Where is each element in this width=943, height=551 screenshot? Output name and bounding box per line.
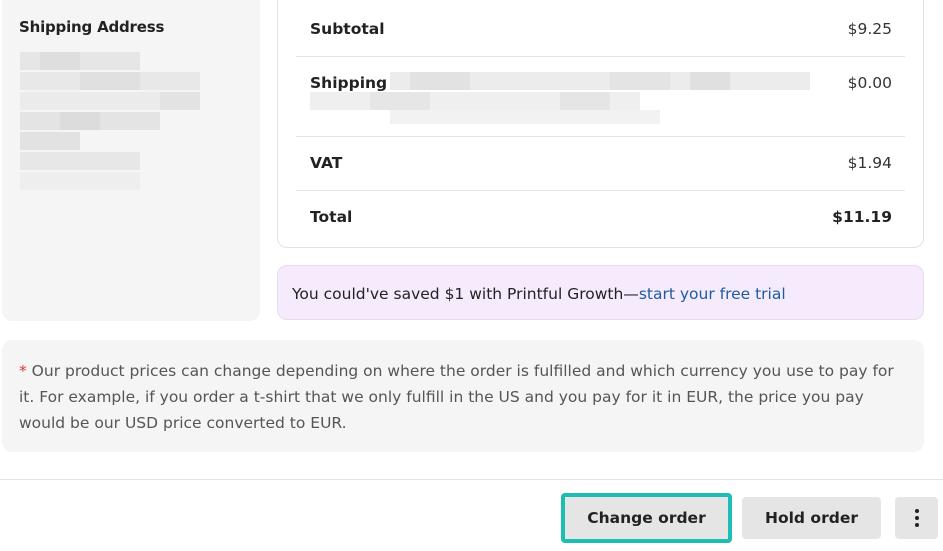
vertical-dots-icon (914, 509, 919, 527)
subtotal-value: $9.25 (847, 20, 892, 38)
order-summary-card: Subtotal $9.25 Shipping $0.00 VAT $1.94 … (277, 0, 924, 248)
total-row: Total $11.19 (296, 191, 905, 247)
promo-text: You could've saved $1 with Printful Grow… (292, 285, 639, 303)
footer-divider (0, 479, 943, 480)
shipping-address-redacted (20, 52, 202, 192)
vat-label: VAT (310, 154, 343, 172)
subtotal-row: Subtotal $9.25 (296, 0, 905, 57)
growth-promo-banner: You could've saved $1 with Printful Grow… (277, 265, 924, 320)
shipping-method-redacted (310, 72, 810, 124)
vat-value: $1.94 (847, 154, 892, 172)
more-actions-button[interactable] (895, 497, 938, 539)
subtotal-label: Subtotal (310, 20, 385, 38)
disclaimer-text: Our product prices can change depending … (19, 362, 894, 432)
free-trial-link[interactable]: start your free trial (639, 285, 786, 303)
shipping-row: Shipping $0.00 (296, 57, 905, 137)
vat-row: VAT $1.94 (296, 137, 905, 191)
asterisk-mark: * (19, 362, 27, 380)
shipping-address-card: Shipping Address (2, 0, 260, 321)
total-value: $11.19 (832, 208, 892, 226)
change-order-button[interactable]: Change order (561, 493, 732, 543)
price-disclaimer-note: * Our product prices can change dependin… (2, 340, 924, 452)
shipping-address-title: Shipping Address (19, 18, 165, 36)
total-label: Total (310, 208, 353, 226)
shipping-value: $0.00 (847, 74, 892, 92)
hold-order-button[interactable]: Hold order (742, 497, 881, 539)
order-summary-page: Shipping Address Subtotal $9.25 Shipping (0, 0, 943, 551)
